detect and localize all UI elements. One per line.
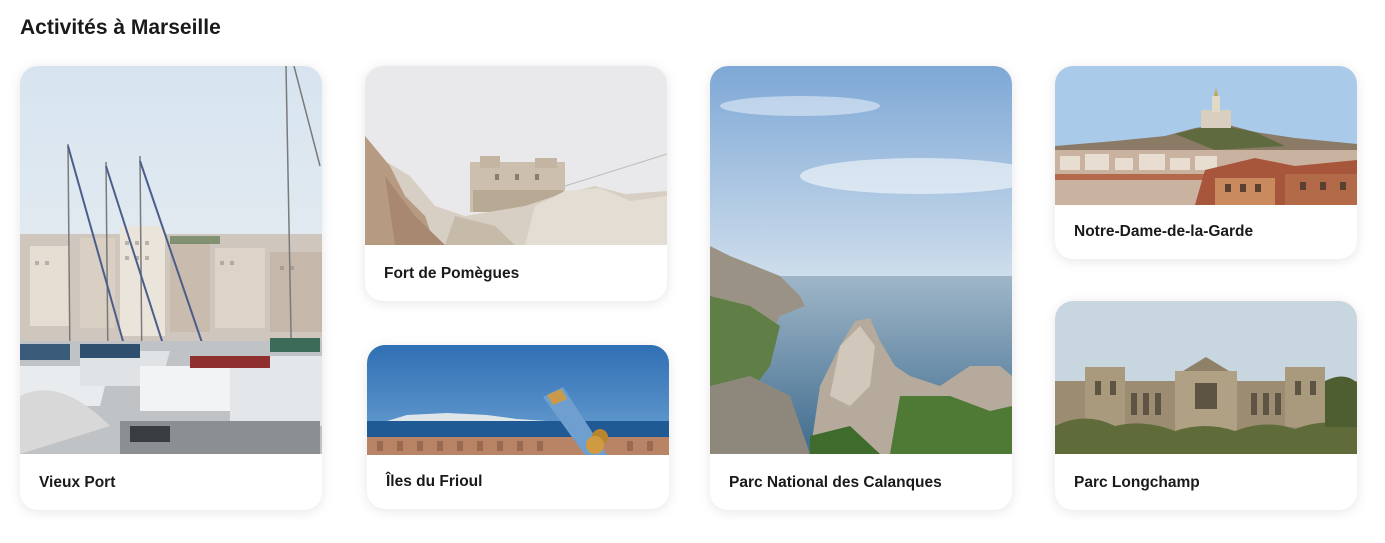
activity-label: Vieux Port [39,474,116,491]
activity-label: Notre-Dame-de-la-Garde [1074,223,1254,240]
page-title: Activités à Marseille [20,16,221,39]
parc-longchamp-image [1055,301,1357,454]
activity-label: Parc Longchamp [1074,474,1200,491]
activity-card-vieux-port[interactable]: Vieux Port [20,66,322,510]
activity-card-calanques[interactable]: Parc National des Calanques [710,66,1012,510]
calanques-image [710,66,1012,454]
activity-label: Fort de Pomègues [384,265,520,282]
iles-du-frioul-image [367,345,669,455]
fort-de-pomegues-image [365,66,667,245]
activity-card-fort-de-pomegues[interactable]: Fort de Pomègues [365,66,667,301]
notre-dame-de-la-garde-image [1055,66,1357,205]
activity-label: Îles du Frioul [386,473,483,490]
activity-card-notre-dame-de-la-garde[interactable]: Notre-Dame-de-la-Garde [1055,66,1357,259]
activity-card-parc-longchamp[interactable]: Parc Longchamp [1055,301,1357,510]
activity-card-iles-du-frioul[interactable]: Îles du Frioul [367,345,669,509]
activity-label: Parc National des Calanques [729,474,942,491]
vieux-port-image [20,66,322,454]
